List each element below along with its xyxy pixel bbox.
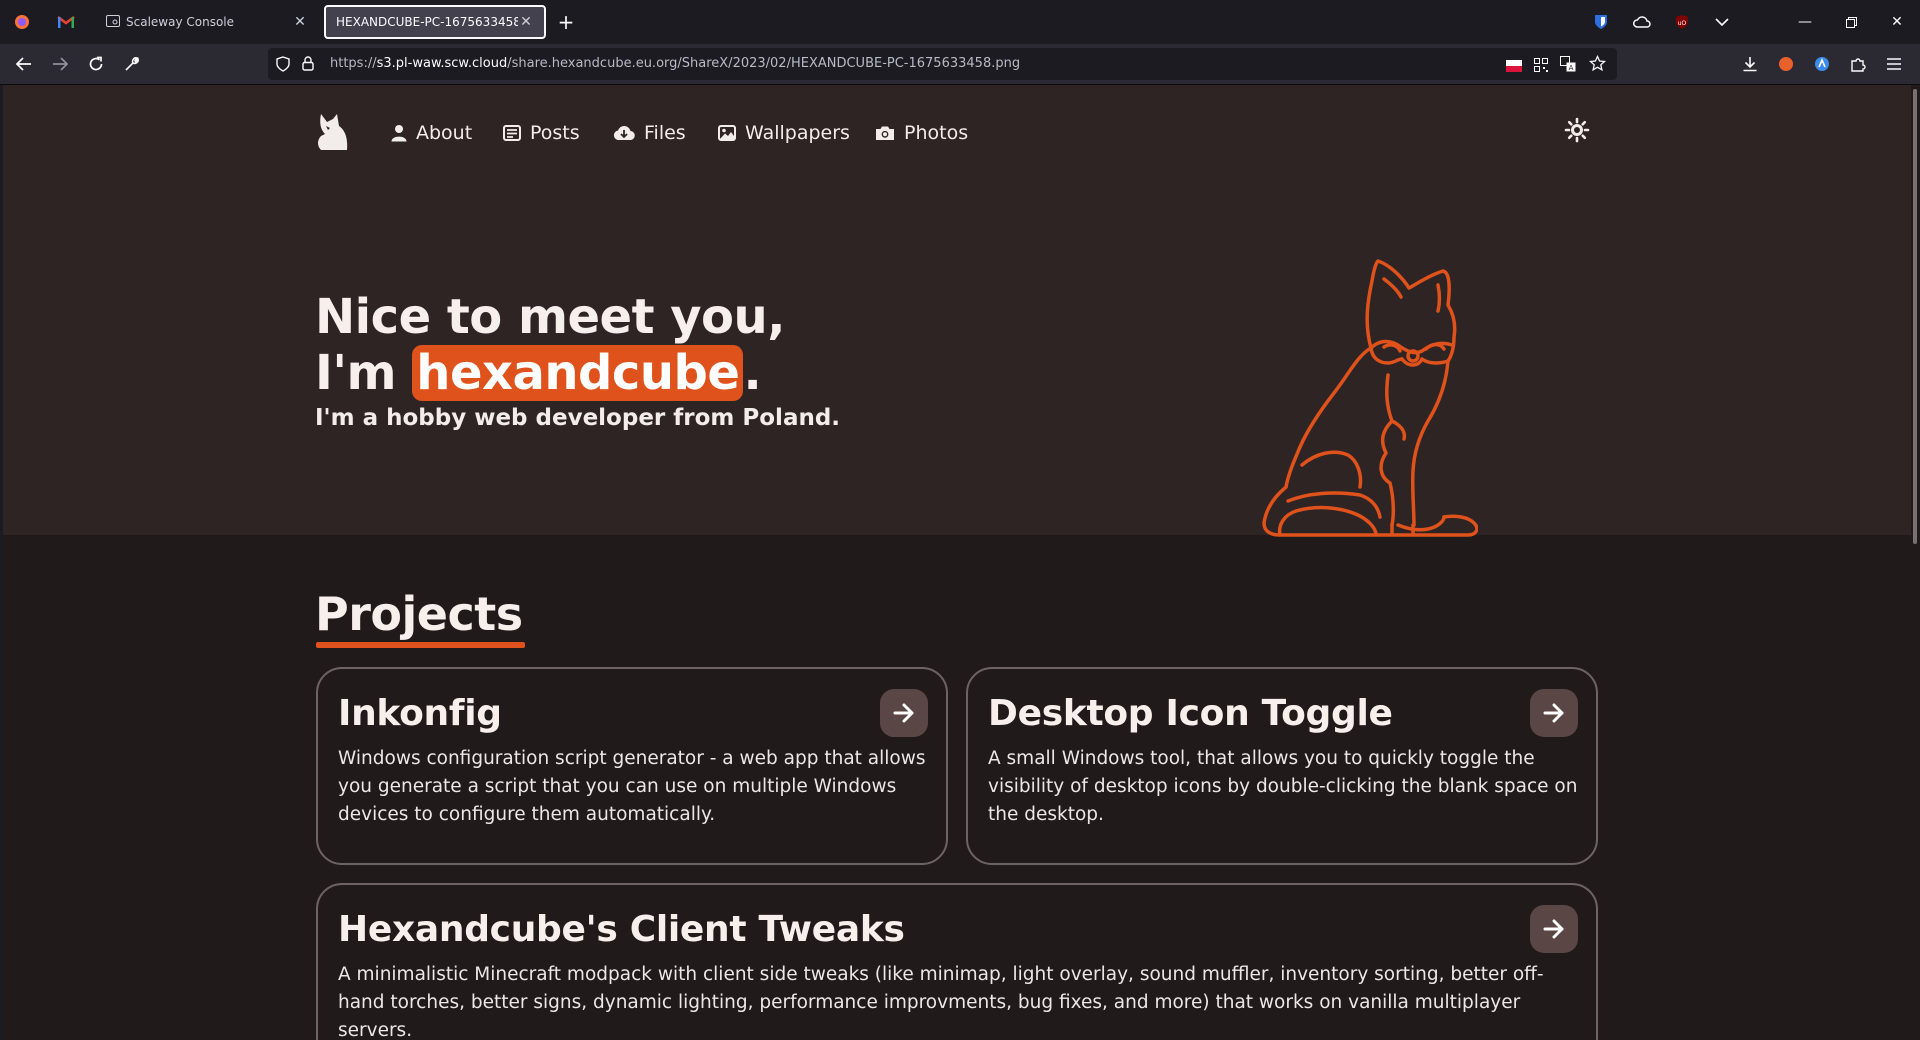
nav-files[interactable]: Files <box>613 121 686 145</box>
image-icon <box>718 125 736 141</box>
cloud-sync-icon[interactable] <box>1620 0 1664 44</box>
nav-photos-label: Photos <box>904 122 969 144</box>
arrow-right-icon <box>893 703 914 723</box>
project-card-title: Hexandcube's Client Tweaks <box>338 909 905 950</box>
tracking-protection-shield-icon[interactable] <box>276 56 290 76</box>
scrollbar-thumb[interactable] <box>1913 89 1917 544</box>
bookmark-star-icon[interactable] <box>1588 54 1607 76</box>
close-tab-icon[interactable]: ✕ <box>518 14 534 30</box>
extensions-puzzle-icon[interactable] <box>1842 48 1874 80</box>
project-card-desktop-icon-toggle[interactable]: Desktop Icon Toggle A small Windows tool… <box>966 667 1598 865</box>
project-card-description: A minimalistic Minecraft modpack with cl… <box>338 964 1544 1040</box>
restore-window-icon[interactable] <box>1828 0 1874 44</box>
projects-title: Projects <box>315 587 523 641</box>
new-tab-icon[interactable]: + <box>544 0 588 44</box>
fox-outline-illustration <box>1262 259 1478 537</box>
nav-files-label: Files <box>644 122 686 144</box>
theme-toggle-sun-icon[interactable] <box>1564 117 1590 143</box>
qr-code-icon[interactable] <box>1534 57 1548 76</box>
extension-blue-icon[interactable] <box>1806 48 1838 80</box>
navigation-toolbar: https://s3.pl-waw.scw.cloud/share.hexand… <box>0 44 1920 85</box>
extension-orange-icon[interactable] <box>1770 48 1802 80</box>
url-path: /share.hexandcube.eu.org/ShareX/2023/02/… <box>507 56 1021 71</box>
tab-label: Scaleway Console <box>126 15 235 29</box>
ublock-origin-icon[interactable]: uO <box>1660 0 1704 44</box>
nav-wallpapers-label: Wallpapers <box>745 122 850 144</box>
downloads-icon[interactable] <box>1734 48 1766 80</box>
projects-title-underline <box>316 642 525 648</box>
open-project-button[interactable] <box>880 689 928 737</box>
minimize-window-icon[interactable]: — <box>1782 0 1828 44</box>
project-card-inkonfig[interactable]: Inkonfig Windows configuration script ge… <box>316 667 948 865</box>
hero-section: About Posts Files Wallpapers Photos Nice… <box>3 85 1911 537</box>
back-arrow-icon[interactable] <box>8 48 40 80</box>
person-icon <box>391 125 407 142</box>
hero-title-prefix: I'm <box>315 345 413 401</box>
nav-wallpapers[interactable]: Wallpapers <box>718 121 850 145</box>
project-card-client-tweaks[interactable]: Hexandcube's Client Tweaks A minimalisti… <box>316 883 1598 1040</box>
svg-text:A: A <box>1569 64 1574 72</box>
translate-icon[interactable]: A <box>1560 56 1576 76</box>
open-project-button[interactable] <box>1530 905 1578 953</box>
list-all-tabs-icon[interactable] <box>1700 0 1744 44</box>
fox-logo-icon[interactable] <box>315 112 351 152</box>
url-scheme: https:// <box>330 56 377 71</box>
hero-title: Nice to meet you, I'm hexandcube. <box>315 289 785 401</box>
cloud-download-icon <box>613 126 635 141</box>
svg-text:uO: uO <box>1678 20 1687 27</box>
url-text[interactable]: https://s3.pl-waw.scw.cloud/share.hexand… <box>330 48 1020 80</box>
tab-hexandcube-png[interactable]: HEXANDCUBE-PC-1675633458.png ✕ <box>324 5 546 39</box>
hero-title-suffix: . <box>743 345 762 401</box>
bitwarden-icon[interactable] <box>1579 0 1623 44</box>
wrench-icon[interactable] <box>116 48 148 80</box>
nav-posts-label: Posts <box>530 122 580 144</box>
forward-arrow-icon[interactable] <box>44 48 76 80</box>
tab-bar: Scaleway Console ✕ HEXANDCUBE-PC-1675633… <box>0 0 1920 44</box>
hero-title-line-2: I'm hexandcube. <box>315 345 785 401</box>
page-viewport: About Posts Files Wallpapers Photos Nice… <box>3 85 1911 1040</box>
hero-subtitle: I'm a hobby web developer from Poland. <box>315 405 841 431</box>
gmail-pinned-tab-icon[interactable] <box>44 0 88 44</box>
tab-scaleway-console[interactable]: Scaleway Console ✕ <box>96 5 318 39</box>
arrow-right-icon <box>1543 919 1564 939</box>
console-tab-icon <box>106 14 120 30</box>
nav-photos[interactable]: Photos <box>875 121 968 145</box>
close-tab-icon[interactable]: ✕ <box>292 14 308 30</box>
reload-icon[interactable] <box>80 48 112 80</box>
camera-icon <box>876 126 894 140</box>
nav-about[interactable]: About <box>391 121 472 145</box>
padlock-icon[interactable] <box>302 56 314 75</box>
project-card-description: Windows configuration script generator -… <box>338 748 926 825</box>
close-window-icon[interactable]: ✕ <box>1874 0 1920 44</box>
tab-label: HEXANDCUBE-PC-1675633458.png <box>336 15 518 29</box>
address-bar[interactable]: https://s3.pl-waw.scw.cloud/share.hexand… <box>268 48 1617 80</box>
nav-posts[interactable]: Posts <box>503 121 580 145</box>
firefox-menu-icon[interactable] <box>0 0 44 44</box>
hero-name-highlight: hexandcube <box>412 345 744 401</box>
project-card-title: Inkonfig <box>338 693 502 734</box>
arrow-right-icon <box>1543 703 1564 723</box>
project-card-title: Desktop Icon Toggle <box>988 693 1393 734</box>
newspaper-icon <box>503 125 521 141</box>
nav-about-label: About <box>416 122 473 144</box>
project-card-description: A small Windows tool, that allows you to… <box>988 748 1578 825</box>
page-scrollbar[interactable] <box>1911 85 1920 1040</box>
poland-flag-icon[interactable] <box>1506 57 1522 76</box>
open-project-button[interactable] <box>1530 689 1578 737</box>
hero-title-line-1: Nice to meet you, <box>315 289 785 345</box>
url-host: s3.pl-waw.scw.cloud <box>376 56 508 71</box>
hamburger-menu-icon[interactable] <box>1878 48 1910 80</box>
